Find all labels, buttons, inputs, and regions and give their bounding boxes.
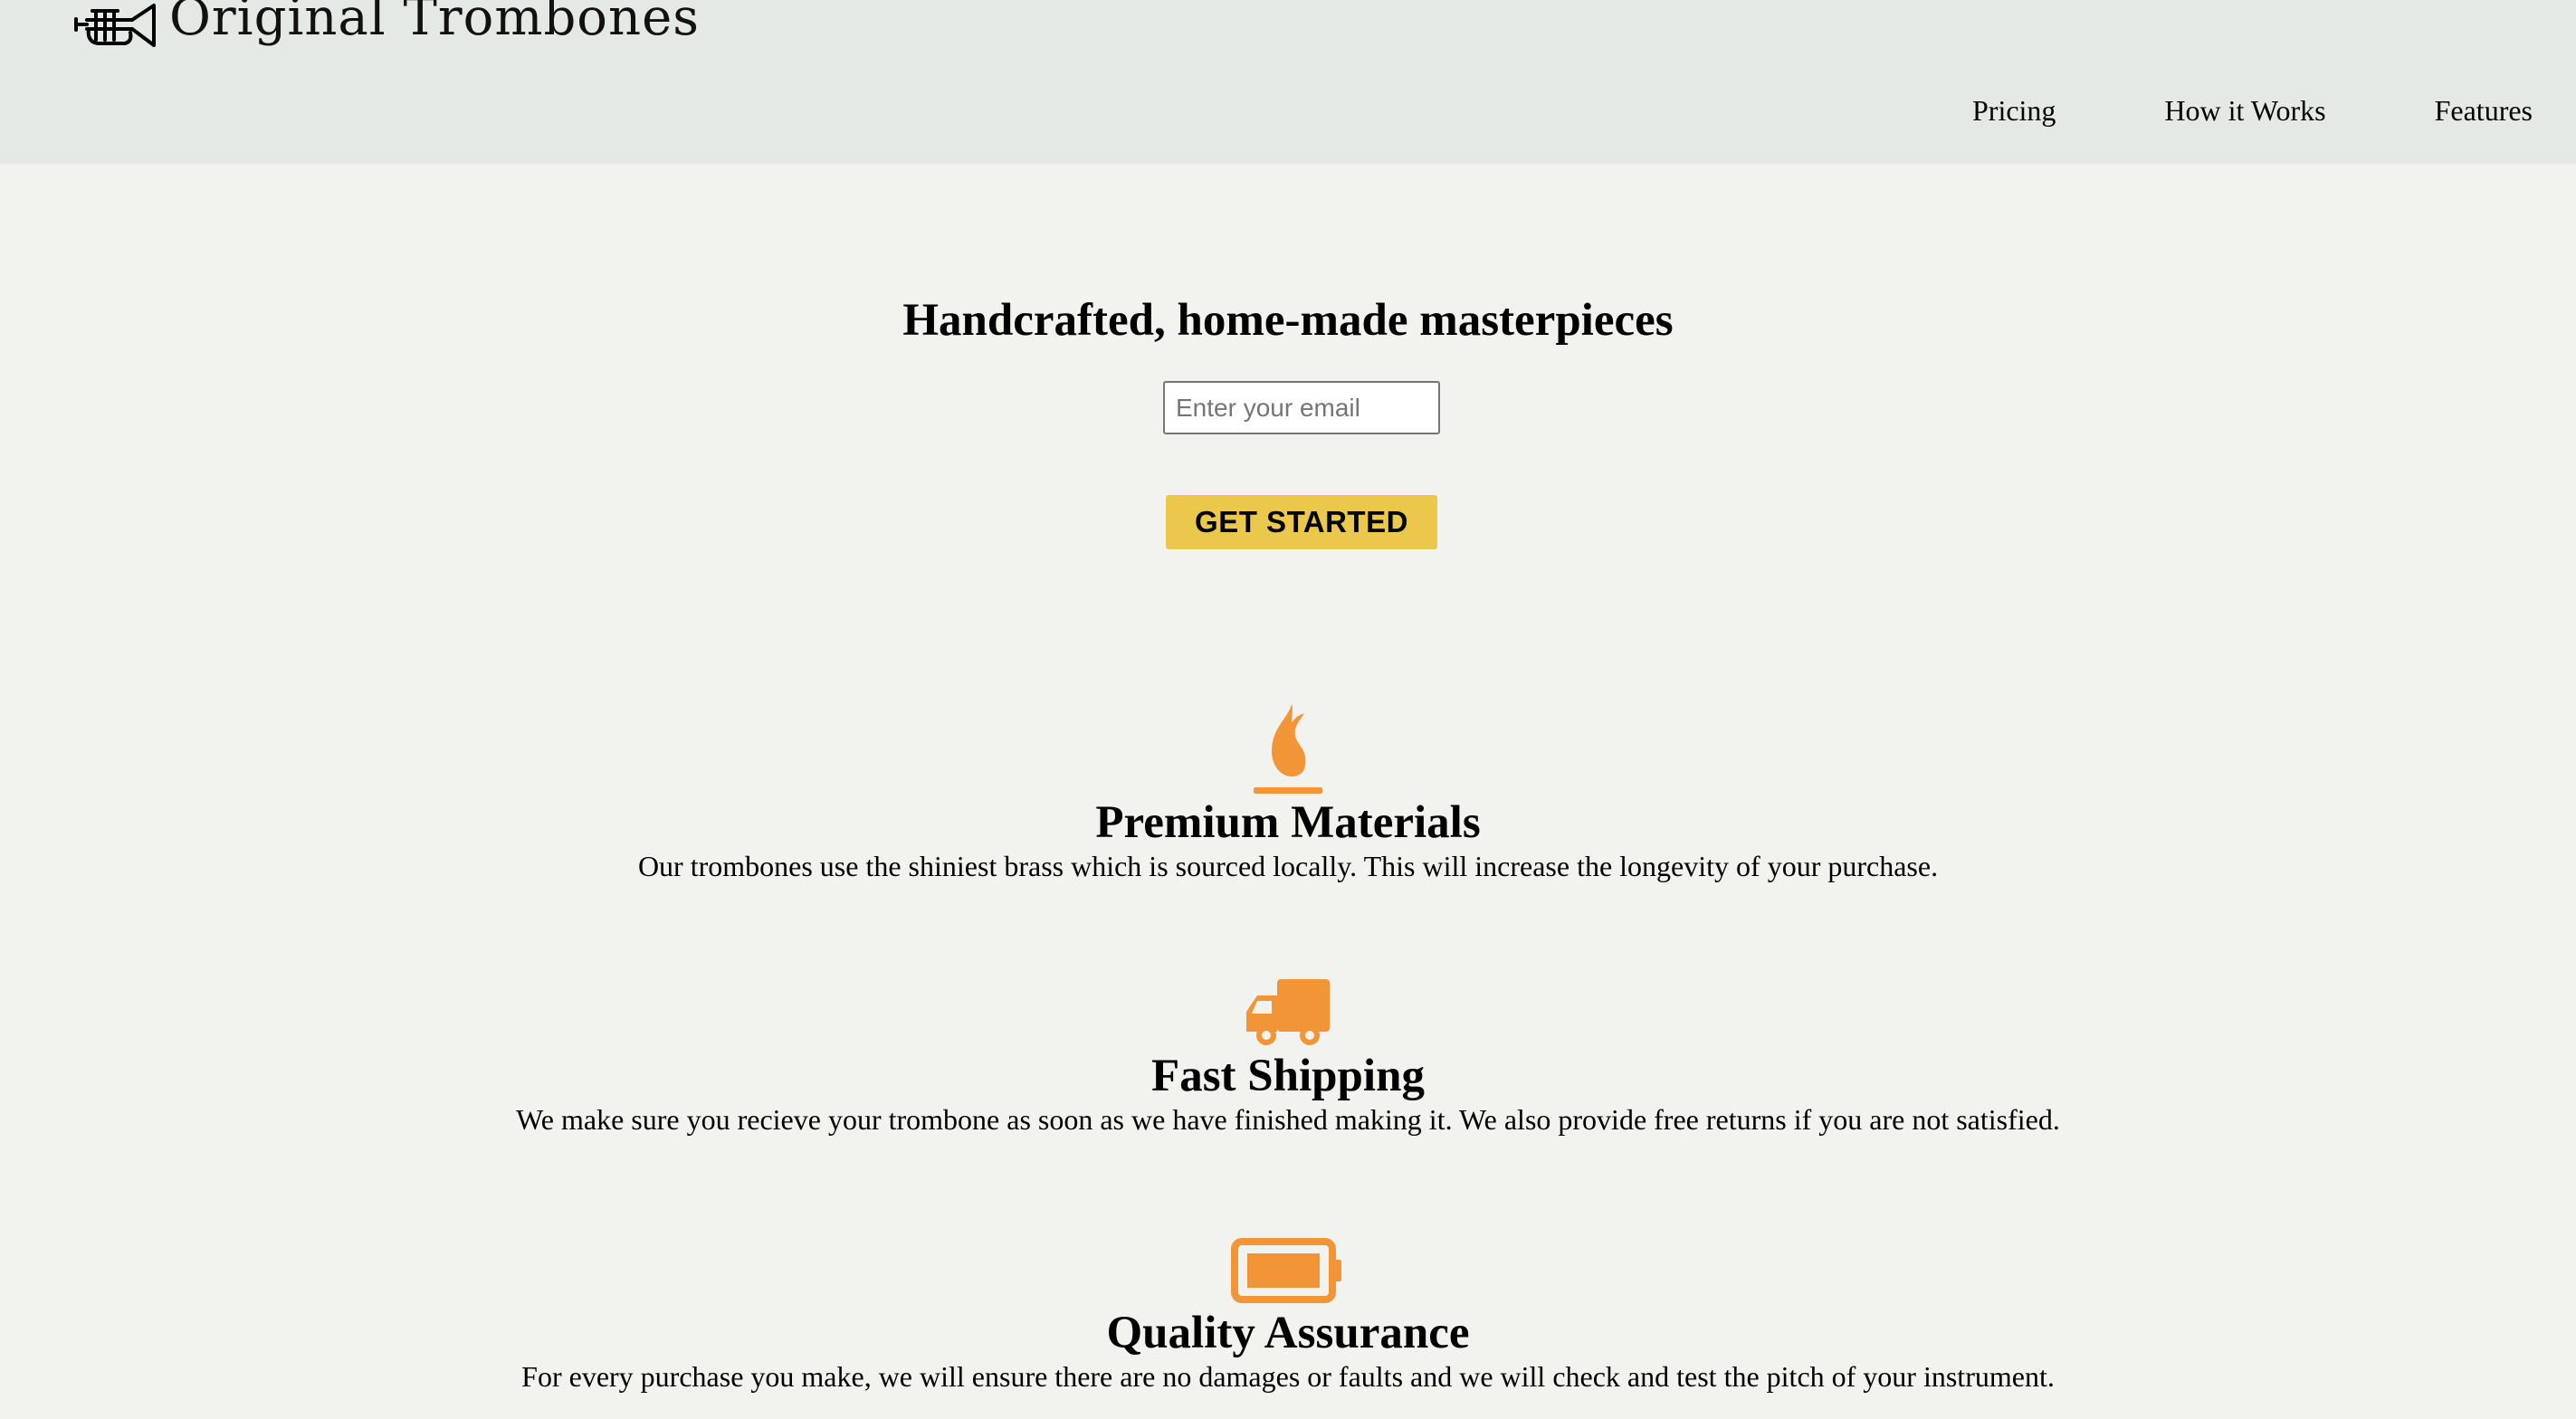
feature-title: Quality Assurance [1106,1308,1470,1358]
feature-fast-shipping: Fast Shipping We make sure you recieve y… [0,977,2576,1137]
feature-title: Fast Shipping [1151,1051,1425,1101]
feature-description: Our trombones use the shiniest brass whi… [637,850,1939,882]
site-header: Original Trombones Pricing How it Works … [0,0,2576,164]
trumpet-logo-icon[interactable] [74,0,157,51]
feature-premium-materials: Premium Materials Our trombones use the … [0,702,2576,883]
nav-link-features[interactable]: Features [2435,90,2533,130]
feature-description: We make sure you recieve your trombone a… [516,1103,2060,1136]
battery-full-icon [1231,1238,1341,1303]
nav-link-pricing[interactable]: Pricing [1972,90,2056,130]
nav-link-how-it-works[interactable]: How it Works [2164,90,2325,130]
hero-title: Handcrafted, home-made masterpieces [902,295,1674,346]
feature-title: Premium Materials [1095,797,1481,848]
brand-name[interactable]: Original Trombones [169,0,700,48]
email-input[interactable] [1163,381,1440,434]
fire-icon [1254,704,1322,794]
get-started-button[interactable]: GET STARTED [1166,495,1437,549]
truck-icon [1246,979,1330,1045]
feature-quality-assurance: Quality Assurance For every purchase you… [0,1238,2576,1394]
main-nav: Pricing How it Works Features [1972,90,2533,130]
feature-description: For every purchase you make, we will ens… [521,1360,2055,1393]
